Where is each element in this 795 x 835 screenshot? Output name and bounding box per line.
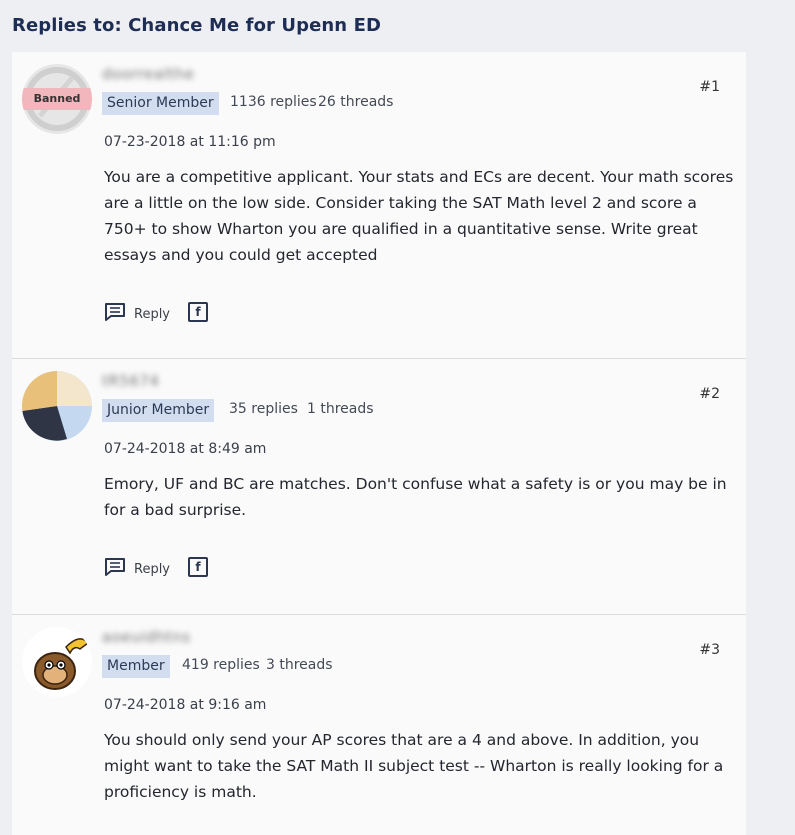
reply-list: Banned doorrealthe Senior Member 1136 re… xyxy=(12,52,746,835)
post-timestamp: 07-24-2018 at 9:16 am xyxy=(104,697,267,713)
monkey-avatar-icon xyxy=(22,627,92,697)
facebook-icon: f xyxy=(195,560,201,574)
post-1: Banned doorrealthe Senior Member 1136 re… xyxy=(12,52,746,359)
post-body: You are a competitive applicant. Your st… xyxy=(104,168,734,264)
reply-count: 419 replies xyxy=(182,657,260,673)
avatar[interactable] xyxy=(22,627,92,697)
post-body: Emory, UF and BC are matches. Don't conf… xyxy=(104,475,727,519)
page-margin xyxy=(746,0,795,821)
reply-label: Reply xyxy=(134,561,171,577)
avatar-pie-icon xyxy=(22,371,92,441)
role-badge: Member xyxy=(102,655,170,678)
reply-label: Reply xyxy=(134,306,171,322)
post-3: aoeuidhtns Member 419 replies 3 threads … xyxy=(12,615,746,835)
post-2: tR5674 Junior Member 35 replies 1 thread… xyxy=(12,359,746,615)
banned-badge: Banned xyxy=(22,88,92,110)
reply-button[interactable]: Reply xyxy=(104,557,170,577)
avatar[interactable]: Banned xyxy=(22,64,92,134)
post-body: You should only send your AP scores that… xyxy=(104,731,724,801)
post-timestamp: 07-23-2018 at 11:16 pm xyxy=(104,134,276,150)
post-actions: Reply f xyxy=(104,557,209,577)
comment-icon xyxy=(105,558,125,576)
facebook-share-button[interactable]: f xyxy=(188,557,209,577)
reply-count: 35 replies xyxy=(229,401,298,417)
username[interactable]: tR5674 xyxy=(102,372,159,390)
role-badge: Junior Member xyxy=(102,399,215,422)
post-number[interactable]: #3 xyxy=(699,642,720,658)
post-actions: Reply f xyxy=(104,302,209,322)
role-badge: Senior Member xyxy=(102,92,219,115)
facebook-icon: f xyxy=(195,305,201,319)
thread-count: 26 threads xyxy=(318,94,394,110)
avatar[interactable] xyxy=(22,371,92,441)
post-number[interactable]: #1 xyxy=(699,79,720,95)
reply-count: 1136 replies xyxy=(230,94,317,110)
comment-icon xyxy=(105,303,125,321)
post-number[interactable]: #2 xyxy=(699,386,720,402)
post-timestamp: 07-24-2018 at 8:49 am xyxy=(104,441,267,457)
username[interactable]: aoeuidhtns xyxy=(102,628,191,646)
username[interactable]: doorrealthe xyxy=(102,65,194,83)
facebook-share-button[interactable]: f xyxy=(188,302,209,322)
reply-button[interactable]: Reply xyxy=(104,302,170,322)
thread-count: 1 threads xyxy=(307,401,374,417)
page-title: Replies to: Chance Me for Upenn ED xyxy=(12,15,382,36)
thread-count: 3 threads xyxy=(266,657,333,673)
